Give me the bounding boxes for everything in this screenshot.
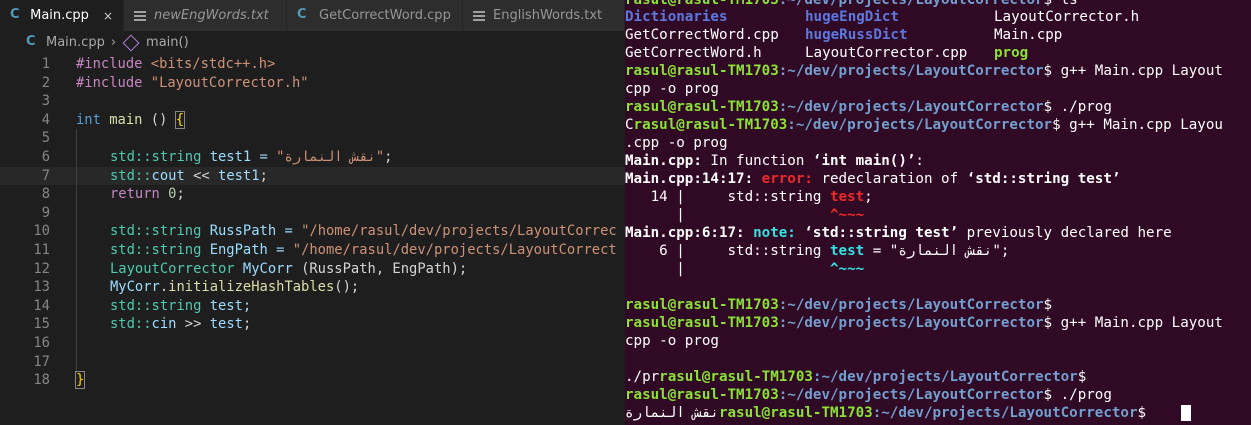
line-number: 2 [41, 74, 50, 91]
terminal-line: Dictionaries [625, 9, 728, 25]
terminal-line: LayoutCorrector.h [994, 9, 1140, 25]
line-number: 17 [33, 353, 50, 370]
terminal-line: | ^~~~ [625, 207, 865, 223]
code-line: 5 [0, 129, 625, 148]
method-symbol-icon [122, 34, 140, 51]
terminal-line: .cpp -o prog [625, 135, 728, 151]
cpp-file-icon [10, 7, 22, 23]
breadcrumb: Main.cpp › main() [0, 31, 625, 54]
code-line: 14 std::string test; [0, 296, 625, 316]
code-line: 4 int main () { [0, 110, 625, 130]
line-number: 5 [41, 130, 50, 147]
tab-label: newEngWords.txt [154, 8, 269, 23]
code-line: 11 std::string EngPath = "/home/rasul/dev… [0, 240, 625, 260]
code-line: 10 std::string RussPath = "/home/rasul/de… [0, 222, 625, 241]
terminal-line: ./prrasul@rasul-TM1703:~/dev/projects/La… [625, 369, 1087, 385]
terminal-line: cpp -o prog [625, 333, 719, 349]
terminal-line: GetCorrectWord.cpp [625, 27, 779, 43]
code-line: 13 MyCorr.initializeHashTables(); [0, 278, 625, 297]
terminal-line: GetCorrectWord.h [625, 45, 762, 61]
line-number: 6 [41, 148, 50, 165]
breadcrumb-symbol[interactable]: main() [146, 35, 189, 50]
tab-label: GetCorrectWord.cpp [319, 8, 451, 23]
terminal-line: prog [994, 45, 1029, 61]
terminal-cursor [1181, 405, 1191, 421]
code-line: 3 [0, 92, 625, 111]
terminal-line: cpp -o prog [625, 81, 719, 97]
terminal-line: 6 | std::string test = "نقش النمارة"; [625, 243, 1010, 259]
code-area[interactable]: 1 #include <bits/stdc++.h> 2 #include "Lay… [0, 55, 625, 390]
terminal-line: LayoutCorrector.cpp [805, 45, 968, 61]
tab-english-words[interactable]: EnglishWords.txt [463, 0, 625, 31]
terminal-line: | ^~~~ [625, 261, 865, 277]
code-line: 2 #include "LayoutCorrector.h" [0, 74, 625, 93]
text-file-icon [134, 10, 146, 21]
terminal-line: rasul@rasul-TM1703:~/dev/projects/Layout… [625, 387, 1112, 403]
code-line: 8 return 0; [0, 185, 625, 204]
code-line: 6 std::string test1 = "نقش النمارة"; [0, 147, 625, 167]
text-file-icon [473, 10, 485, 21]
code-line: 18} [0, 371, 625, 390]
cpp-file-icon [297, 7, 311, 23]
line-number: 13 [33, 279, 50, 296]
code-line: 16 [0, 333, 625, 353]
tab-main-cpp[interactable]: Main.cpp × [0, 0, 124, 31]
terminal-line: Main.cpp: In function ‘int main()’: [625, 153, 924, 169]
terminal-line: hugeEngDict [805, 9, 899, 25]
terminal-line: rasul@rasul-TM1703:~/dev/projects/Layout… [625, 63, 1223, 79]
code-line: 15 std::cin >> test; [0, 315, 625, 334]
line-number: 10 [33, 223, 50, 240]
code-line: 7 std::cout << test1; [0, 166, 625, 186]
terminal-line: Main.cpp:14:17: error: redeclaration of … [625, 171, 1121, 187]
line-number: 9 [41, 204, 50, 221]
line-number: 8 [41, 186, 50, 203]
tab-label: EnglishWords.txt [493, 8, 603, 23]
line-number: 1 [41, 56, 50, 72]
terminal-line: hugeRussDict [805, 27, 908, 43]
tab-get-correct-word[interactable]: GetCorrectWord.cpp [287, 0, 463, 31]
terminal[interactable]: rasul@rasul-TM1703:~/dev/projects/Layout… [625, 0, 1251, 425]
code-line: 12 LayoutCorrector MyCorr (RussPath, EngP… [0, 259, 625, 279]
terminal-line: rasul@rasul-TM1703:~/dev/projects/Layout… [625, 315, 1223, 331]
terminal-line: نقش النمارةrasul@rasul-TM1703:~/dev/proj… [625, 405, 1155, 421]
code-line: 9 [0, 203, 625, 223]
line-number: 11 [33, 241, 50, 258]
tab-label: Main.cpp [30, 8, 89, 23]
line-number: 16 [33, 334, 50, 351]
terminal-line: Main.cpp:6:17: note: ‘std::string test’ … [625, 225, 1172, 241]
terminal-line: rasul@rasul-TM1703:~/dev/projects/Layout… [625, 297, 1053, 313]
terminal-line: Main.cpp [994, 27, 1063, 43]
line-number: 4 [41, 111, 50, 128]
code-line: 17 [0, 352, 625, 372]
close-icon[interactable]: × [103, 9, 113, 23]
terminal-line: Crasul@rasul-TM1703:~/dev/projects/Layou… [625, 117, 1223, 133]
editor-tab-bar: Main.cpp × newEngWords.txt GetCorrectWor… [0, 0, 625, 31]
breadcrumb-file[interactable]: Main.cpp [46, 35, 105, 50]
line-number: 7 [41, 167, 50, 184]
terminal-line: rasul@rasul-TM1703:~/dev/projects/Layout… [625, 99, 1112, 115]
line-number: 18 [33, 372, 50, 389]
line-number: 15 [33, 316, 50, 333]
line-number: 3 [41, 93, 50, 110]
breadcrumb-separator: › [110, 35, 117, 50]
line-number: 14 [33, 297, 50, 314]
code-line: 1 #include <bits/stdc++.h> [0, 55, 625, 74]
tab-new-eng-words[interactable]: newEngWords.txt [124, 0, 287, 31]
code-editor[interactable]: Main.cpp × newEngWords.txt GetCorrectWor… [0, 0, 625, 425]
line-number: 12 [33, 260, 50, 277]
terminal-line: 14 | std::string test; [625, 189, 873, 205]
cpp-file-icon [26, 34, 40, 50]
